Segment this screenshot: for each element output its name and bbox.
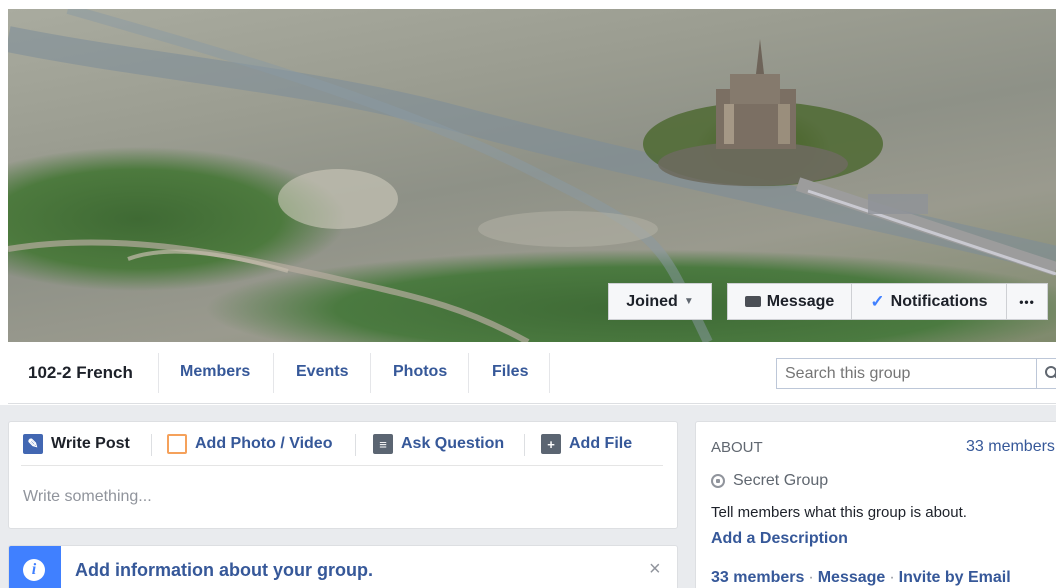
search-icon: [1045, 366, 1056, 379]
message-label: Message: [766, 292, 835, 310]
composer-divider: [151, 434, 152, 456]
more-icon: •••: [1019, 294, 1035, 309]
message-icon: [744, 296, 761, 307]
info-banner-text[interactable]: Add information about your group.: [75, 560, 373, 581]
tab-files[interactable]: Files: [492, 363, 528, 381]
tab-ask-question[interactable]: ≡ Ask Question: [373, 434, 504, 454]
nav-divider: [468, 353, 469, 393]
about-heading: ABOUT: [711, 439, 763, 456]
caret-down-icon: ▼: [683, 296, 694, 307]
add-file-label: Add File: [569, 435, 633, 452]
notifications-label: Notifications: [890, 292, 988, 310]
composer-divider: [524, 434, 525, 456]
invite-by-email-link[interactable]: Invite by Email: [899, 569, 1011, 586]
about-panel: ABOUT 33 members Secret Group Tell membe…: [695, 421, 1056, 588]
post-composer: ✎ Write Post Add Photo / Video ≡ Ask Que…: [8, 421, 678, 529]
group-info-banner: i Add information about your group. ×: [8, 545, 678, 588]
write-post-label: Write Post: [51, 435, 130, 452]
about-description: Tell members what this group is about.: [711, 504, 967, 521]
privacy-label: Secret Group: [733, 472, 829, 489]
nav-divider: [370, 353, 371, 393]
dot-separator: ·: [889, 569, 895, 586]
add-description-link[interactable]: Add a Description: [711, 530, 848, 548]
nav-divider: [273, 353, 274, 393]
check-icon: ✓: [870, 291, 885, 311]
about-links: 33 members · Message · Invite by Email: [711, 569, 1011, 587]
more-options-button[interactable]: •••: [1006, 283, 1048, 320]
nav-divider: [158, 353, 159, 393]
tab-photos[interactable]: Photos: [393, 363, 447, 381]
member-count-link[interactable]: 33 members: [966, 438, 1055, 456]
close-icon[interactable]: ×: [649, 558, 661, 581]
privacy-status: Secret Group: [711, 472, 828, 490]
lock-icon: [711, 474, 725, 488]
photo-icon: [167, 434, 187, 454]
composer-divider-line: [21, 465, 663, 466]
file-icon: +: [541, 434, 561, 454]
dot-separator: ·: [808, 569, 814, 586]
pencil-icon: ✎: [23, 434, 43, 454]
notifications-button[interactable]: ✓ Notifications: [851, 283, 1007, 320]
add-photo-video-label: Add Photo / Video: [195, 435, 333, 452]
message-button[interactable]: Message: [727, 283, 852, 320]
joined-label: Joined: [626, 292, 678, 310]
message-link[interactable]: Message: [818, 569, 886, 586]
group-name[interactable]: 102-2 French: [28, 363, 133, 383]
ask-question-label: Ask Question: [401, 435, 505, 452]
search-input[interactable]: [776, 358, 1056, 389]
tab-members[interactable]: Members: [180, 363, 250, 381]
nav-divider: [549, 353, 550, 393]
info-icon: i: [23, 559, 45, 581]
composer-input[interactable]: Write something...: [23, 488, 152, 506]
composer-divider: [355, 434, 356, 456]
tab-write-post[interactable]: ✎ Write Post: [23, 434, 130, 454]
search-button[interactable]: [1036, 358, 1056, 389]
joined-button[interactable]: Joined ▼: [608, 283, 712, 320]
group-nav-bar: 102-2 French Members Events Photos Files: [8, 343, 1056, 404]
tab-events[interactable]: Events: [296, 363, 348, 381]
tab-add-file[interactable]: + Add File: [541, 434, 632, 454]
members-link[interactable]: 33 members: [711, 569, 804, 586]
tab-add-photo-video[interactable]: Add Photo / Video: [167, 434, 332, 454]
list-icon: ≡: [373, 434, 393, 454]
info-banner-accent: i: [9, 546, 61, 588]
